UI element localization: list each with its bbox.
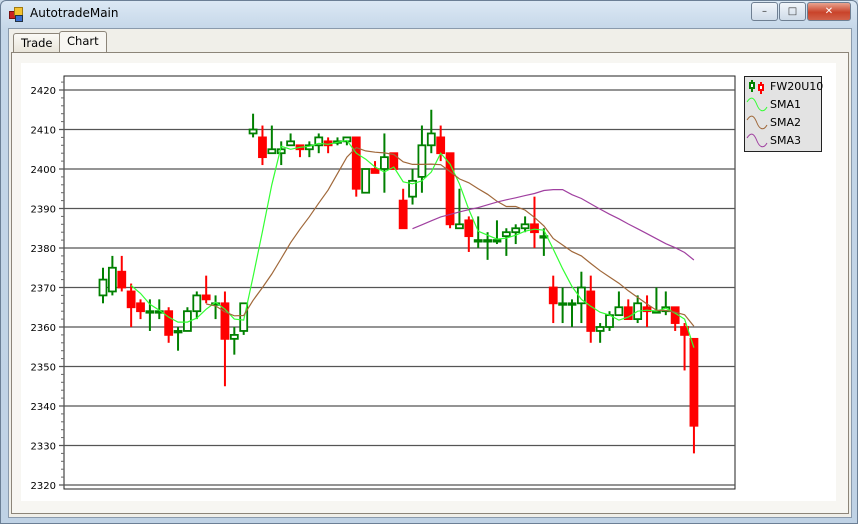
candle-body [614, 306, 624, 317]
candle-body [520, 223, 530, 230]
candle-body [436, 136, 446, 155]
candle-body [398, 199, 408, 230]
chart-legend: FW20U10 SMA1 SMA2 SMA3 [744, 76, 824, 152]
candle-body [586, 290, 596, 332]
y-tick-label: 2390 [31, 205, 56, 216]
candle-body [426, 132, 436, 147]
candle-body [145, 310, 155, 314]
legend-label: SMA1 [770, 98, 801, 111]
candle-body [567, 302, 577, 306]
candle-body [258, 136, 267, 159]
legend-label: FW20U10 [770, 80, 824, 93]
candle-body [558, 302, 568, 306]
candle-body [492, 239, 502, 243]
candlestick-chart: 2320 2330 2340 2350 2360 2370 2380 2390 2400 2410… [31, 75, 736, 492]
line-legend-icon [746, 97, 768, 112]
line-legend-icon [746, 133, 768, 148]
candle-body [511, 227, 521, 234]
legend-label: SMA3 [770, 134, 801, 147]
candle-body [192, 294, 202, 313]
candle-body [276, 148, 286, 155]
legend-label: SMA2 [770, 116, 801, 129]
y-tick-label: 2320 [31, 481, 56, 492]
candle-body [473, 239, 483, 243]
y-tick-label: 2380 [31, 244, 56, 255]
candle-body [136, 302, 145, 313]
candle-body [267, 148, 277, 155]
y-tick-label: 2330 [31, 442, 56, 453]
candle-body [595, 326, 605, 332]
candle-body [455, 223, 464, 230]
y-tick-label: 2370 [31, 284, 56, 295]
candle-body [351, 136, 361, 190]
line-legend-icon [746, 115, 768, 130]
y-tick-label: 2340 [31, 402, 56, 413]
y-tick-label: 2350 [31, 363, 56, 374]
y-tick-label: 2360 [31, 323, 56, 334]
candle-body [370, 168, 380, 174]
candle-body [689, 337, 699, 427]
legend-item-sma1: SMA1 [745, 96, 821, 114]
candle-body [248, 128, 258, 135]
plot-area [63, 75, 736, 490]
candle-body [417, 144, 427, 178]
candle-body [126, 290, 136, 309]
legend-item-sma3: SMA3 [745, 132, 821, 150]
candle-body [98, 278, 108, 297]
candle-legend-icon [749, 80, 764, 94]
candle-body [530, 223, 539, 234]
candle-body [117, 270, 127, 289]
candle-body [173, 330, 183, 334]
candle-body [548, 286, 558, 305]
candle-body [286, 140, 296, 147]
candle-body [501, 231, 511, 238]
candle-body [361, 168, 371, 194]
y-tick-label: 2410 [31, 126, 56, 137]
candle-body [483, 239, 492, 243]
legend-item-fw20u10: FW20U10 [745, 78, 824, 96]
candle-body [107, 266, 117, 293]
y-tick-label: 2420 [31, 86, 56, 97]
legend-item-sma2: SMA2 [745, 114, 821, 132]
candle-body [464, 219, 474, 238]
candle-body [229, 333, 239, 340]
candle-body [201, 294, 211, 301]
candle-body [379, 156, 389, 170]
y-tick-label: 2400 [31, 165, 56, 176]
